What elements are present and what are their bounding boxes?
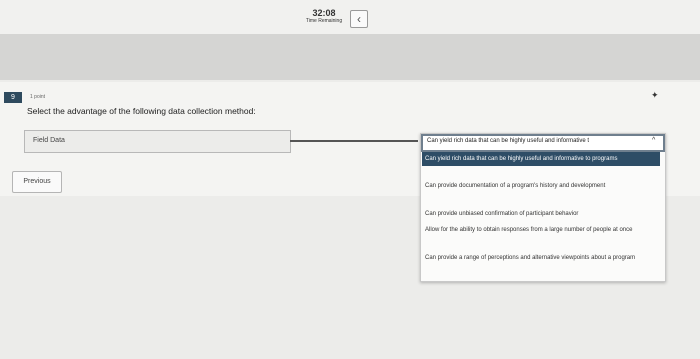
dropdown-option[interactable]: Can provide a range of perceptions and a… <box>425 254 657 262</box>
timer-label: Time Remaining <box>305 18 343 24</box>
timer: 32:08 Time Remaining <box>290 8 358 25</box>
answer-dropdown[interactable]: Can yield rich data that can be highly u… <box>420 133 666 282</box>
timer-value: 32:08 <box>312 8 336 18</box>
chevron-left-icon[interactable]: ‹ <box>350 10 368 28</box>
dropdown-selected[interactable]: Can yield rich data that can be highly u… <box>421 134 665 152</box>
question-number-badge: 9 <box>4 92 22 103</box>
match-item-label: Field Data <box>33 137 65 144</box>
match-connector-line <box>290 140 418 142</box>
question-points: 1 point <box>30 94 46 100</box>
dropdown-option-highlighted[interactable]: Can yield rich data that can be highly u… <box>422 152 660 166</box>
match-item: Field Data <box>24 130 291 153</box>
header-band <box>0 34 700 80</box>
dropdown-option[interactable]: Can provide unbiased confirmation of par… <box>425 210 657 218</box>
dropdown-option[interactable]: Allow for the ability to obtain response… <box>425 226 657 234</box>
dropdown-selected-text: Can yield rich data that can be highly u… <box>427 138 590 144</box>
previous-button[interactable]: Previous <box>12 171 62 193</box>
dropdown-option[interactable]: Can provide documentation of a program's… <box>425 182 657 190</box>
chevron-up-icon[interactable]: ^ <box>652 137 655 144</box>
question-prompt: Select the advantage of the following da… <box>27 106 256 116</box>
star-icon[interactable]: ✦ <box>651 90 659 101</box>
